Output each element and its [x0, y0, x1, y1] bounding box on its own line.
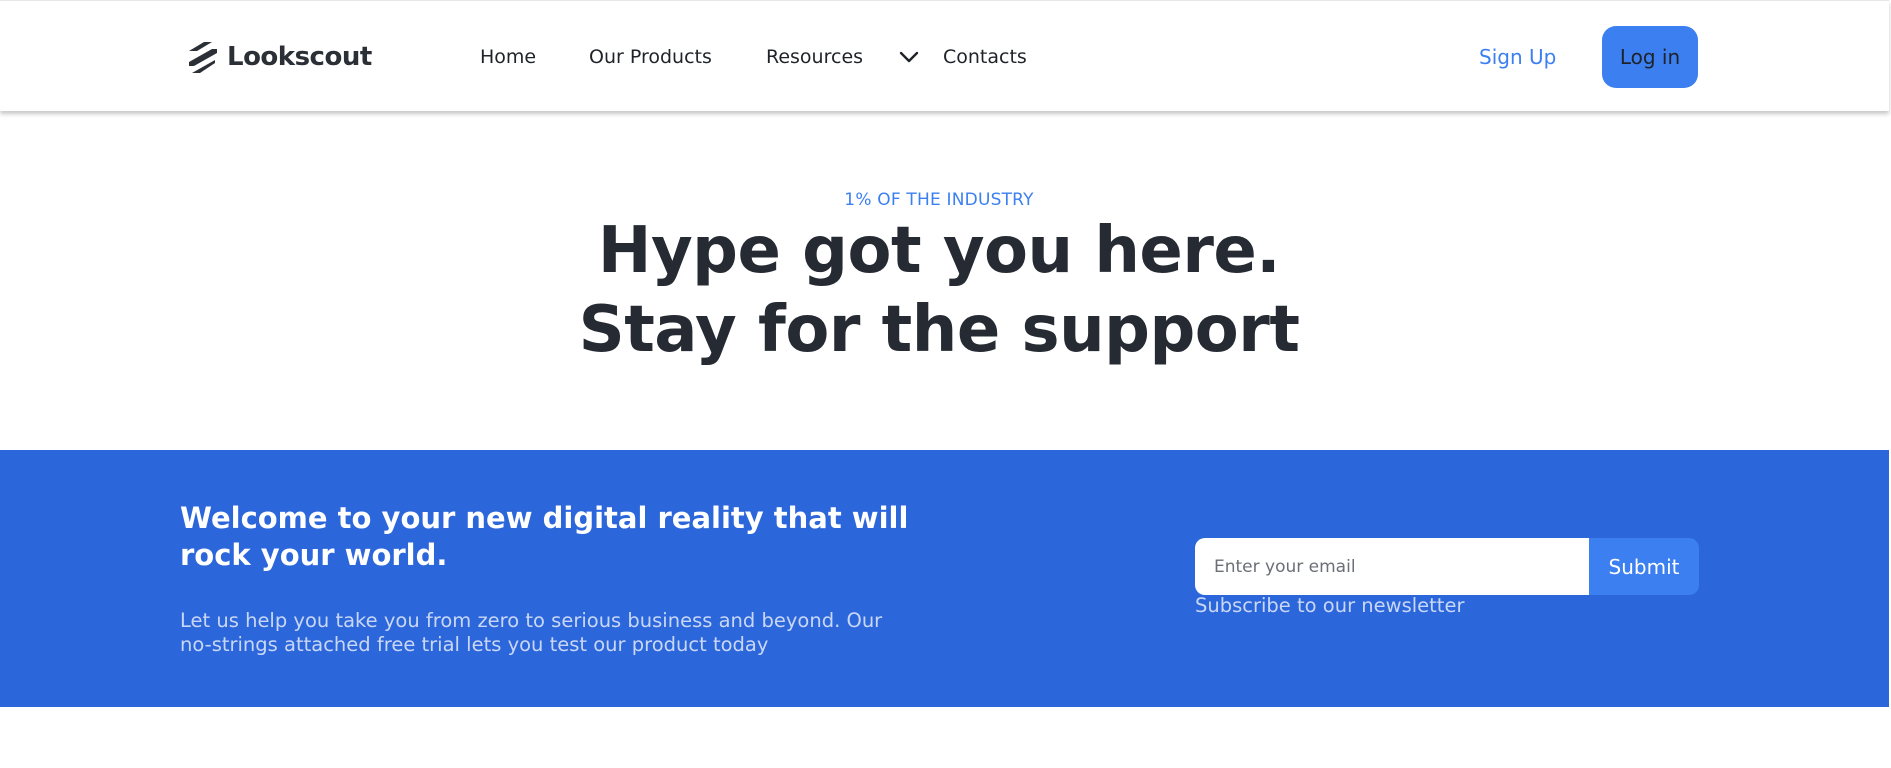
- nav-home[interactable]: Home: [480, 45, 536, 69]
- hero-title: Hype got you here. Stay for the support: [0, 212, 1878, 370]
- hero-eyebrow: 1% OF THE INDUSTRY: [844, 190, 1034, 210]
- sign-up-link[interactable]: Sign Up: [1479, 45, 1556, 69]
- newsletter-heading: Welcome to your new digital reality that…: [180, 501, 909, 572]
- site-header: Lookscout Home Our Products Resources Co…: [0, 0, 1889, 111]
- nav-our-products[interactable]: Our Products: [589, 45, 712, 69]
- newsletter-note: Subscribe to our newsletter: [1195, 594, 1465, 617]
- hero-title-line-2: Stay for the support: [578, 293, 1300, 367]
- chevron-down-icon[interactable]: [898, 48, 920, 66]
- hero-title-line-1: Hype got you here.: [597, 214, 1281, 288]
- newsletter-description: Let us help you take you from zero to se…: [180, 609, 883, 656]
- submit-button[interactable]: Submit: [1589, 538, 1699, 595]
- logo-mark-icon: [189, 42, 217, 73]
- log-in-button[interactable]: Log in: [1602, 26, 1698, 88]
- nav-resources[interactable]: Resources: [766, 45, 863, 69]
- logo-link[interactable]: Lookscout: [186, 38, 372, 76]
- newsletter-band: Welcome to your new digital reality that…: [0, 450, 1889, 707]
- logo-text: Lookscout: [227, 42, 372, 72]
- email-input[interactable]: [1195, 538, 1590, 595]
- nav-contacts[interactable]: Contacts: [943, 45, 1027, 69]
